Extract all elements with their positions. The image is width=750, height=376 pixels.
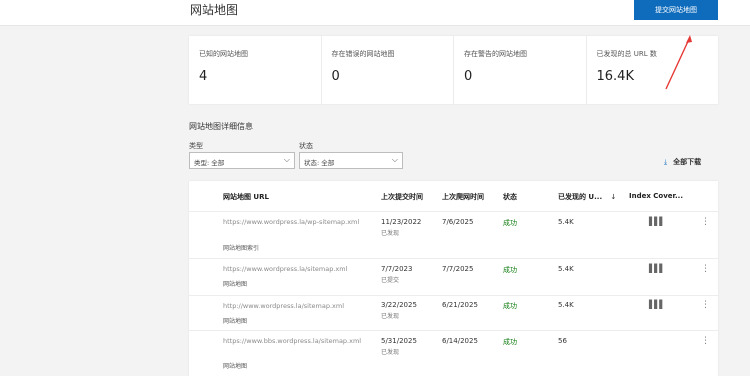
details-section-title: 网站地图详细信息 <box>189 122 253 131</box>
column-header-status[interactable]: 状态 <box>503 192 517 202</box>
stat-warning-sitemaps: 存在警告的网站地图 0 <box>454 36 587 104</box>
more-vertical-icon[interactable]: ⋮ <box>701 264 710 274</box>
stat-error-sitemaps: 存在错误的网站地图 0 <box>322 36 454 104</box>
more-vertical-icon[interactable]: ⋮ <box>701 336 710 346</box>
last-submitted-cell: 3/22/2025 已发现 <box>381 301 417 320</box>
sitemap-url-link[interactable]: https://www.wordpress.la/wp-sitemap.xml <box>223 218 373 227</box>
status-badge: 成功 <box>503 219 517 227</box>
sitemap-url-link[interactable]: https://www.bbs.wordpress.la/sitemap.xml <box>223 337 373 346</box>
chevron-down-icon: ⌵ <box>391 155 398 164</box>
last-submitted-date: 3/22/2025 <box>381 301 417 309</box>
arrow-down-icon: ↓ <box>610 193 617 201</box>
sitemap-type: 网站地图索引 <box>223 245 260 252</box>
column-header-index-coverage[interactable]: Index Cover... <box>629 192 683 200</box>
last-submitted-note: 已提交 <box>381 277 400 284</box>
stat-known-sitemaps: 已知的网站地图 4 <box>189 36 322 104</box>
status-filter-label: 状态 <box>299 142 313 150</box>
column-header-last-crawled[interactable]: 上次爬网时间 <box>442 192 484 202</box>
page-title: 网站地图 <box>190 3 239 17</box>
status-filter-value: 状态: 全部 <box>304 159 335 167</box>
stat-value: 0 <box>331 69 340 84</box>
discovered-count: 5.4K <box>558 301 574 309</box>
bar-chart-icon[interactable]: ▌▌▌ <box>649 264 666 273</box>
stat-label: 存在错误的网站地图 <box>331 50 395 58</box>
last-submitted-note: 已发现 <box>381 313 400 320</box>
discovered-count: 56 <box>558 337 567 345</box>
stat-total-urls: 已发现的总 URL 数 16.4K <box>587 36 719 104</box>
column-header-last-submitted[interactable]: 上次提交时间 <box>381 192 423 202</box>
top-bar: 网站地图 提交网站地图 <box>0 0 750 26</box>
type-filter-value: 类型: 全部 <box>194 159 225 167</box>
last-submitted-note: 已发现 <box>381 349 400 356</box>
stats-panel: 已知的网站地图 4 存在错误的网站地图 0 存在警告的网站地图 0 已发现的总 … <box>189 36 718 104</box>
status-badge: 成功 <box>503 338 517 346</box>
last-crawled-date: 6/14/2025 <box>442 337 478 345</box>
status-badge: 成功 <box>503 266 517 274</box>
sitemap-type: 网站地图 <box>223 363 248 370</box>
table-row[interactable]: https://www.wordpress.la/wp-sitemap.xml … <box>189 211 718 258</box>
last-submitted-note: 已发现 <box>381 230 400 237</box>
submit-sitemap-button[interactable]: 提交网站地图 <box>634 0 718 20</box>
status-filter-dropdown[interactable]: 状态: 全部 ⌵ <box>299 152 403 169</box>
last-submitted-date: 5/31/2025 <box>381 337 417 345</box>
last-submitted-cell: 7/7/2023 已提交 <box>381 265 412 284</box>
download-label: 全部下载 <box>673 158 702 166</box>
discovered-count: 5.4K <box>558 218 574 226</box>
type-filter-dropdown[interactable]: 类型: 全部 ⌵ <box>189 152 295 169</box>
last-submitted-date: 7/7/2023 <box>381 265 413 273</box>
sitemap-type: 网站地图 <box>223 281 248 288</box>
chevron-down-icon: ⌵ <box>283 155 290 164</box>
stat-label: 存在警告的网站地图 <box>464 50 527 58</box>
table-row[interactable]: https://www.wordpress.la/sitemap.xml 网站地… <box>189 258 718 295</box>
status-badge: 成功 <box>503 302 517 310</box>
last-submitted-cell: 11/23/2022 已发现 <box>381 218 421 237</box>
stat-value: 0 <box>464 69 473 84</box>
sitemap-url-link[interactable]: http://www.wordpress.la/sitemap.xml <box>223 302 373 311</box>
stat-label: 已发现的总 URL 数 <box>596 50 657 58</box>
download-icon: ⤓ <box>664 158 668 166</box>
column-header-url[interactable]: 网站地图 URL <box>223 192 269 202</box>
bar-chart-icon[interactable]: ▌▌▌ <box>649 217 666 226</box>
table-row[interactable]: https://www.bbs.wordpress.la/sitemap.xml… <box>189 330 718 376</box>
sitemap-table: 网站地图 URL 上次提交时间 上次爬网时间 状态 已发现的 U... ↓ In… <box>189 181 718 376</box>
download-all-button[interactable]: ⤓ 全部下载 <box>664 157 701 167</box>
column-header-discovered[interactable]: 已发现的 U... ↓ <box>558 192 616 202</box>
table-row[interactable]: http://www.wordpress.la/sitemap.xml 网站地图… <box>189 295 718 330</box>
more-vertical-icon[interactable]: ⋮ <box>701 300 710 310</box>
stat-value: 4 <box>199 69 208 84</box>
type-filter-label: 类型 <box>189 142 203 150</box>
last-crawled-date: 7/6/2025 <box>442 218 474 226</box>
last-submitted-cell: 5/31/2025 已发现 <box>381 337 417 356</box>
last-submitted-date: 11/23/2022 <box>381 218 422 226</box>
bar-chart-icon[interactable]: ▌▌▌ <box>649 300 666 309</box>
last-crawled-date: 6/21/2025 <box>442 301 478 309</box>
sitemap-url-link[interactable]: https://www.wordpress.la/sitemap.xml <box>223 265 373 274</box>
sitemap-type: 网站地图 <box>223 318 248 325</box>
column-header-discovered-label: 已发现的 U... <box>558 193 603 201</box>
discovered-count: 5.4K <box>558 265 574 273</box>
more-vertical-icon[interactable]: ⋮ <box>701 217 710 227</box>
stat-label: 已知的网站地图 <box>199 50 248 58</box>
stat-value: 16.4K <box>596 69 634 84</box>
last-crawled-date: 7/7/2025 <box>442 265 474 273</box>
